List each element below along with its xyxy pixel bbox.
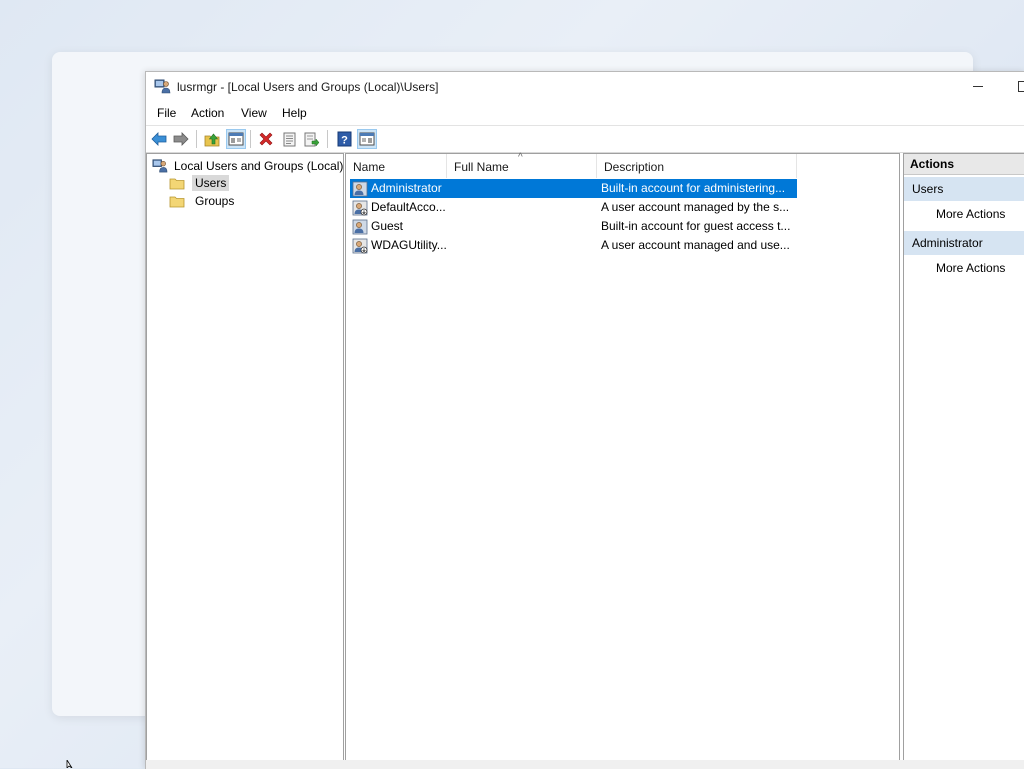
export-list-button[interactable]: [302, 129, 322, 149]
svg-text:?: ?: [341, 135, 348, 147]
sort-indicator-icon: ^: [518, 152, 523, 163]
user-icon: [352, 181, 368, 197]
window-title: lusrmgr - [Local Users and Groups (Local…: [177, 80, 439, 94]
folder-icon: [169, 178, 185, 189]
tree-item-label: Users: [192, 175, 230, 191]
menu-help[interactable]: Help: [279, 106, 310, 120]
cell-description: A user account managed and use...: [601, 238, 790, 252]
show-hide-action-pane-button[interactable]: [357, 129, 377, 149]
table-row[interactable]: Guest Built-in account for guest access …: [350, 217, 797, 236]
show-hide-tree-icon: [228, 132, 244, 146]
cell-description: Built-in account for guest access t...: [601, 219, 791, 233]
tree-item-users[interactable]: Users: [169, 175, 230, 191]
cell-name: DefaultAcco...: [371, 200, 446, 214]
minimize-button[interactable]: [958, 72, 1004, 102]
user-disabled-icon: [352, 238, 368, 254]
maximize-icon: [1018, 81, 1024, 92]
cell-description: Built-in account for administering...: [601, 181, 786, 195]
menu-bar: File Action View Help: [146, 102, 1024, 124]
up-one-level-button[interactable]: [202, 129, 222, 149]
mouse-cursor-icon: [66, 760, 73, 768]
table-row[interactable]: Administrator Built-in account for admin…: [350, 179, 797, 198]
actions-section-users[interactable]: Users: [904, 177, 1024, 201]
toolbar-separator: [250, 130, 251, 148]
users-app-icon: [152, 159, 168, 173]
delete-icon: [259, 132, 273, 146]
users-list[interactable]: Name Full Name Description ^ Administrat…: [345, 152, 900, 761]
delete-button[interactable]: [256, 129, 276, 149]
column-header-description[interactable]: Description: [597, 154, 797, 178]
actions-section-administrator[interactable]: Administrator: [904, 231, 1024, 255]
menu-view[interactable]: View: [238, 106, 270, 120]
users-app-icon: [154, 79, 171, 94]
toolbar: ?: [146, 125, 1024, 153]
table-row[interactable]: DefaultAcco... A user account managed by…: [350, 198, 797, 217]
cell-name: Guest: [371, 219, 404, 233]
back-icon: [151, 132, 167, 146]
actions-pane: Actions Users More Actions Administrator…: [903, 153, 1024, 761]
user-icon: [352, 219, 368, 235]
back-button[interactable]: [149, 129, 169, 149]
cell-name: Administrator: [371, 181, 442, 195]
show-hide-action-pane-icon: [359, 132, 375, 146]
menu-file[interactable]: File: [154, 106, 179, 120]
table-row[interactable]: WDAGUtility... A user account managed an…: [350, 236, 797, 255]
properties-button[interactable]: [279, 129, 299, 149]
list-header: Name Full Name Description ^: [346, 152, 899, 178]
forward-button[interactable]: [171, 129, 191, 149]
help-icon: ?: [337, 131, 351, 147]
tree-root-local-users-and-groups[interactable]: Local Users and Groups (Local): [152, 158, 343, 173]
tree-item-label: Groups: [195, 194, 235, 208]
up-folder-icon: [204, 133, 220, 146]
tree-root-label: Local Users and Groups (Local): [174, 158, 344, 173]
more-actions-users-link[interactable]: More Actions: [936, 207, 1005, 221]
forward-icon: [173, 132, 189, 146]
title-bar[interactable]: lusrmgr - [Local Users and Groups (Local…: [146, 72, 1024, 102]
export-list-icon: [304, 132, 320, 147]
column-header-name[interactable]: Name: [346, 154, 447, 178]
show-hide-console-tree-button[interactable]: [226, 129, 246, 149]
toolbar-separator: [327, 130, 328, 148]
maximize-button[interactable]: [1004, 72, 1024, 102]
lusrmgr-window: lusrmgr - [Local Users and Groups (Local…: [145, 71, 1024, 769]
user-disabled-icon: [352, 200, 368, 216]
cell-name: WDAGUtility...: [371, 238, 447, 252]
properties-icon: [283, 132, 295, 146]
menu-action[interactable]: Action: [188, 106, 227, 120]
folder-icon: [169, 196, 185, 207]
toolbar-separator: [196, 130, 197, 148]
cell-description: A user account managed by the s...: [601, 200, 790, 214]
more-actions-administrator-link[interactable]: More Actions: [936, 261, 1005, 275]
console-tree[interactable]: Local Users and Groups (Local) Users Gro…: [146, 153, 344, 761]
tree-item-groups[interactable]: Groups: [169, 193, 237, 209]
minimize-icon: [973, 86, 983, 87]
help-button[interactable]: ?: [334, 129, 354, 149]
actions-title: Actions: [904, 154, 1024, 175]
